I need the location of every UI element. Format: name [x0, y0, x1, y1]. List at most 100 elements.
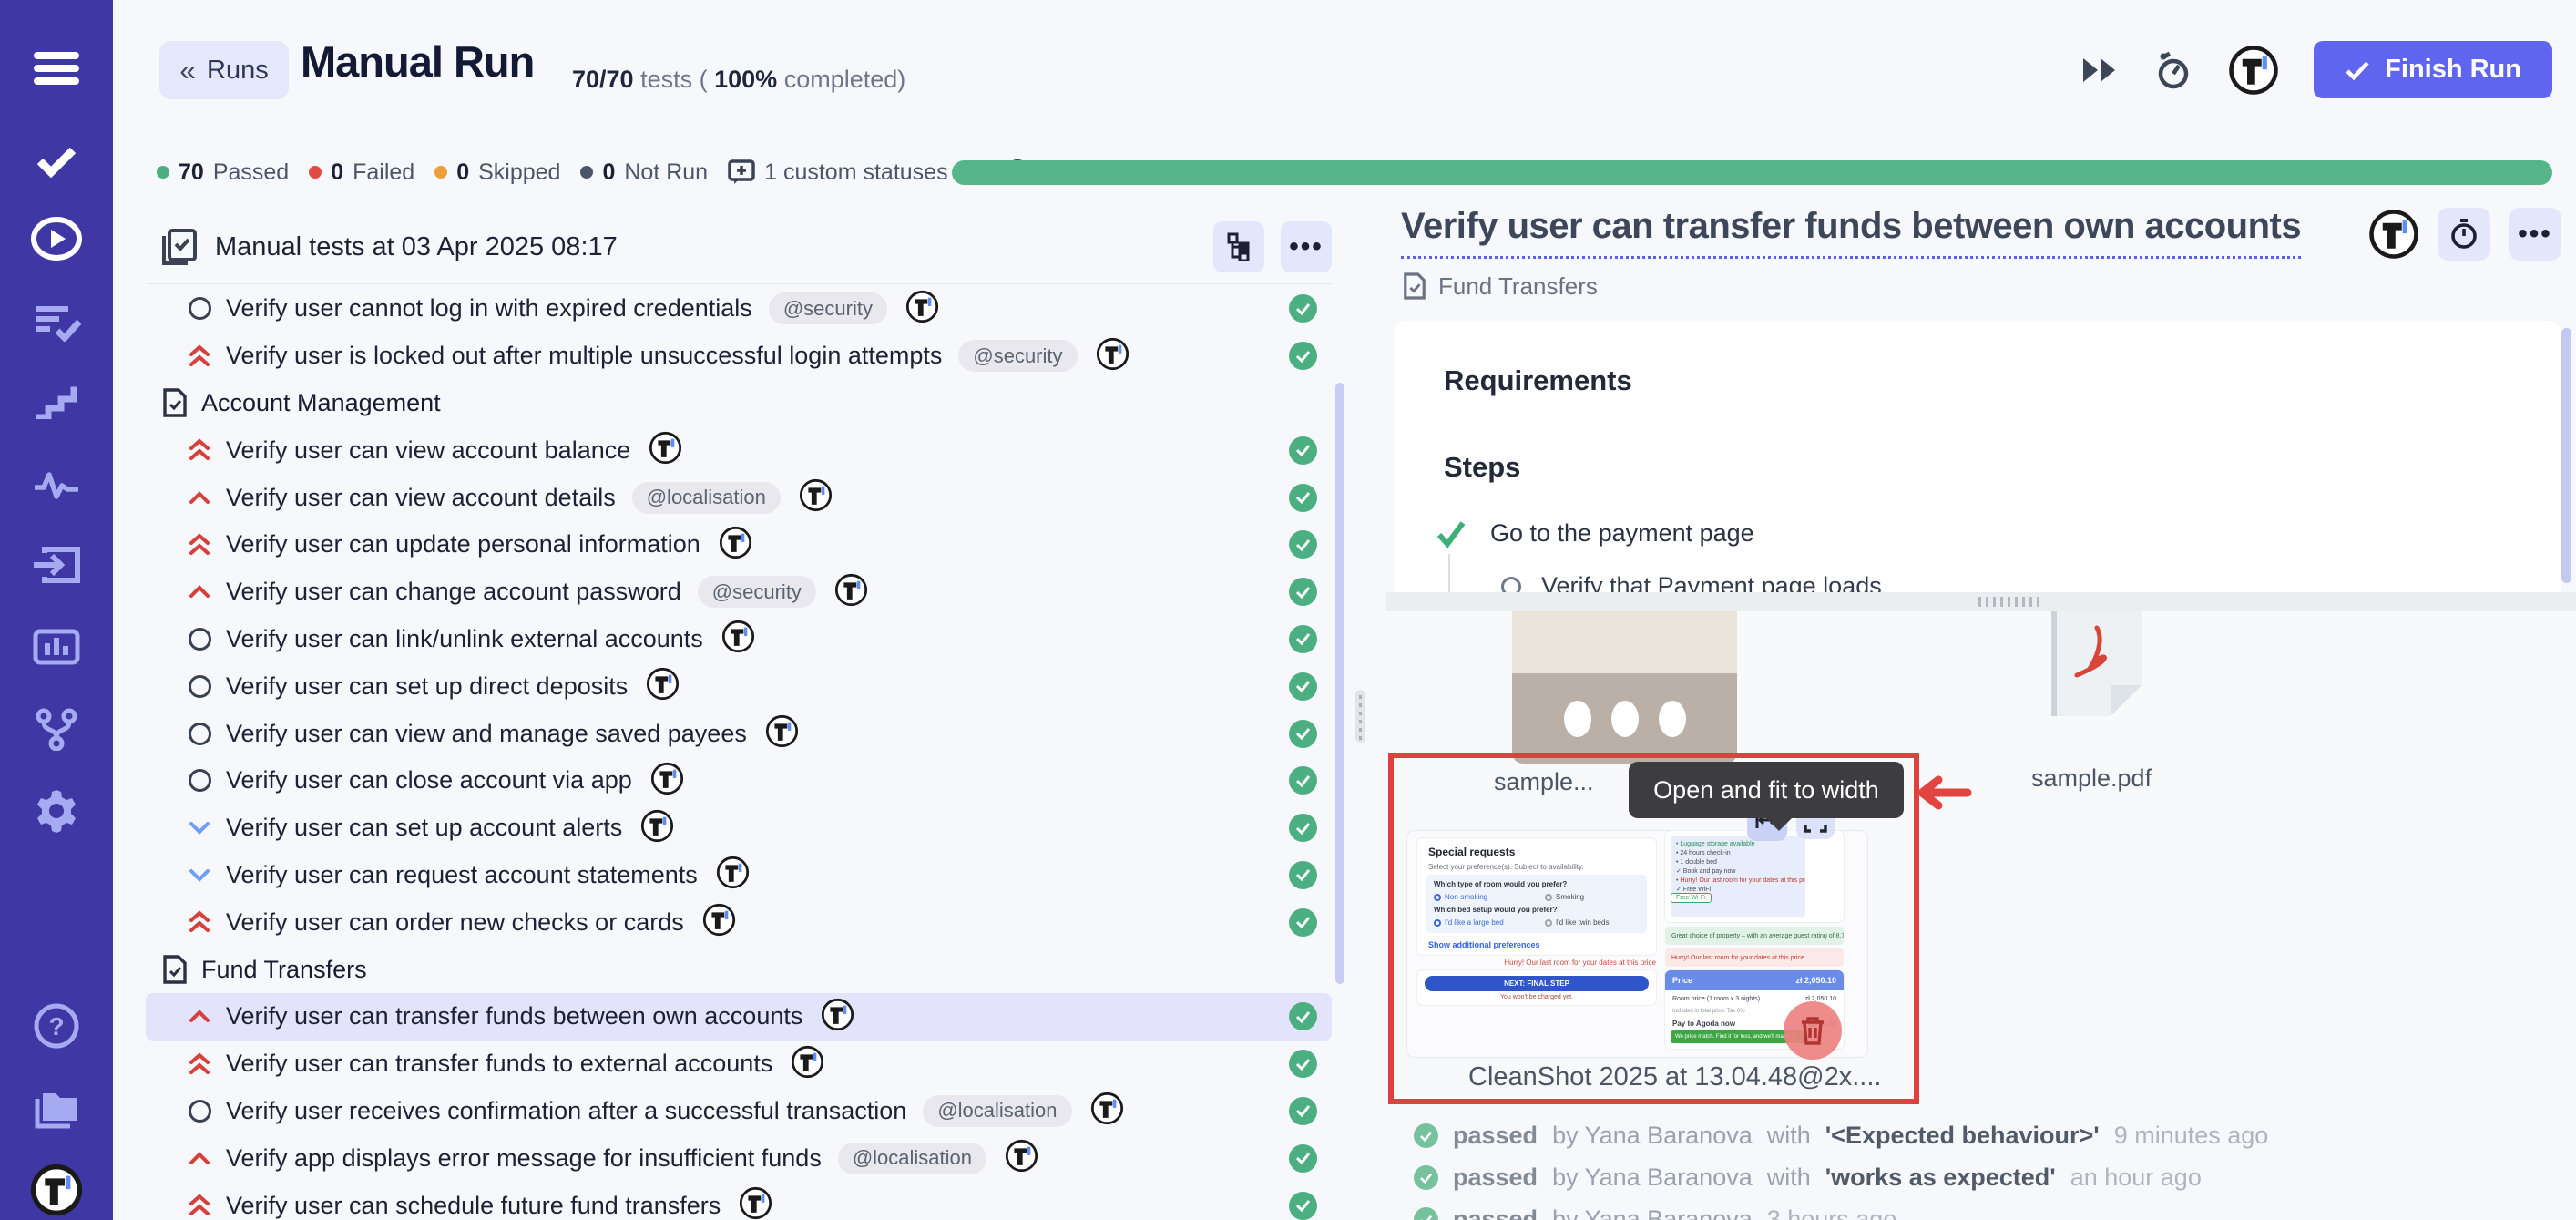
custom-statuses-dropdown[interactable]: 1 custom statuses: [728, 159, 976, 186]
detail-source-badge[interactable]: [2368, 209, 2419, 260]
delete-attachment-button[interactable]: [1784, 1001, 1842, 1060]
test-row[interactable]: Verify user can set up account alerts: [146, 805, 1332, 852]
test-list: Verify user cannot log in with expired c…: [146, 285, 1332, 1220]
test-source-badge[interactable]: [640, 809, 674, 847]
pulse-icon[interactable]: [0, 459, 113, 510]
test-row[interactable]: Verify user can view and manage saved pa…: [146, 710, 1332, 757]
test-tag[interactable]: @security: [769, 292, 887, 324]
test-source-badge[interactable]: [739, 1186, 772, 1220]
test-row[interactable]: Verify user can view account details @lo…: [146, 474, 1332, 521]
brand-logo-icon[interactable]: [0, 1164, 113, 1215]
steps-attachments-splitter[interactable]: [1386, 592, 2576, 611]
list-more-button[interactable]: •••: [1281, 221, 1332, 272]
attachment-image-thumbnail[interactable]: [1512, 611, 1737, 764]
breadcrumb[interactable]: Fund Transfers: [1403, 272, 1598, 301]
test-row[interactable]: Verify user can view account balance: [146, 426, 1332, 474]
stat-passed[interactable]: 70Passed: [157, 159, 289, 186]
test-source-badge[interactable]: [905, 290, 939, 328]
attachment-pdf-thumbnail[interactable]: [2051, 611, 2142, 716]
fast-forward-icon[interactable]: [2080, 55, 2119, 86]
test-row[interactable]: Verify user cannot log in with expired c…: [146, 285, 1332, 333]
attachment-image-label: sample...: [1494, 768, 1594, 796]
test-source-badge[interactable]: [646, 667, 680, 705]
suite-section-row[interactable]: Fund Transfers: [146, 946, 1332, 993]
test-row[interactable]: Verify app displays error message for in…: [146, 1134, 1332, 1182]
test-row[interactable]: Verify user can order new checks or card…: [146, 898, 1332, 946]
finish-run-button[interactable]: Finish Run: [2314, 41, 2552, 98]
test-source-badge[interactable]: [650, 762, 684, 800]
detail-scrollbar[interactable]: [2561, 328, 2571, 583]
test-tag[interactable]: @localisation: [838, 1143, 986, 1174]
test-source-badge[interactable]: [799, 478, 833, 517]
test-tag[interactable]: @security: [698, 576, 816, 608]
test-source-badge[interactable]: [702, 903, 736, 941]
group-by-suite-button[interactable]: [1213, 221, 1264, 272]
settings-gear-icon[interactable]: [0, 785, 113, 836]
stat-skipped[interactable]: 0Skipped: [434, 159, 560, 186]
timer-retry-icon[interactable]: [2153, 50, 2193, 90]
test-title: Verify user can change account password: [226, 578, 681, 606]
test-title: Verify user can view account details: [226, 484, 616, 512]
help-icon[interactable]: ?: [0, 1000, 113, 1051]
play-run-icon[interactable]: [0, 213, 113, 264]
passed-status-icon: [1289, 530, 1317, 559]
test-source-badge[interactable]: [1005, 1139, 1038, 1177]
menu-icon[interactable]: [0, 43, 113, 94]
back-to-runs-button[interactable]: « Runs: [159, 41, 289, 99]
test-source-badge[interactable]: [721, 620, 755, 658]
passed-status-icon: [1289, 1050, 1317, 1078]
panel-resize-handle[interactable]: [1355, 690, 1365, 743]
suite-file-icon: [162, 954, 188, 985]
test-source-badge[interactable]: [716, 856, 750, 894]
test-cases-icon[interactable]: [0, 297, 113, 348]
test-source-badge[interactable]: [791, 1045, 824, 1083]
test-list-header: Manual tests at 03 Apr 2025 08:17 •••: [160, 219, 1332, 275]
test-source-badge[interactable]: [765, 714, 799, 753]
test-row[interactable]: Verify user can change account password …: [146, 569, 1332, 616]
test-tag[interactable]: @localisation: [923, 1095, 1071, 1127]
test-detail-title[interactable]: Verify user can transfer funds between o…: [1401, 206, 2301, 259]
tooltip: Open and fit to width: [1629, 762, 1904, 818]
test-row[interactable]: Verify user can schedule future fund tra…: [146, 1182, 1332, 1220]
step-row[interactable]: Go to the payment page: [1436, 519, 1754, 548]
projects-icon[interactable]: [0, 1082, 113, 1133]
test-row[interactable]: Verify user can request account statemen…: [146, 852, 1332, 899]
runs-check-icon[interactable]: [0, 135, 113, 186]
run-logo-icon[interactable]: [2228, 45, 2279, 96]
analytics-icon[interactable]: [0, 621, 113, 672]
steps-icon[interactable]: [0, 377, 113, 428]
test-source-badge[interactable]: [834, 573, 868, 611]
priority-icon: [187, 1098, 212, 1123]
import-icon[interactable]: [0, 539, 113, 590]
priority-icon: [187, 296, 212, 322]
pdf-ribbon-icon: [2064, 622, 2128, 695]
test-row[interactable]: Verify user is locked out after multiple…: [146, 333, 1332, 380]
mini-rating-banner: Great choice of property – with an avera…: [1665, 927, 1844, 945]
test-row[interactable]: Verify user can update personal informat…: [146, 521, 1332, 569]
test-title: Verify user can update personal informat…: [226, 530, 700, 559]
test-row[interactable]: Verify user can close account via app: [146, 757, 1332, 805]
test-tag[interactable]: @security: [958, 340, 1077, 372]
test-source-badge[interactable]: [1090, 1092, 1124, 1130]
suite-section-row[interactable]: Account Management: [146, 380, 1332, 427]
passed-status-icon: [1289, 484, 1317, 512]
tests-word: tests (: [640, 66, 708, 93]
detail-timer-button[interactable]: [2438, 208, 2490, 261]
test-tag[interactable]: @localisation: [632, 482, 781, 514]
test-source-badge[interactable]: [719, 526, 752, 564]
test-row[interactable]: Verify user can set up direct deposits: [146, 662, 1332, 710]
branches-icon[interactable]: [0, 703, 113, 754]
stat-notrun[interactable]: 0Not Run: [580, 159, 708, 186]
detail-more-button[interactable]: •••: [2509, 208, 2561, 261]
test-source-badge[interactable]: [1096, 337, 1130, 375]
test-source-badge[interactable]: [821, 998, 854, 1036]
test-row[interactable]: Verify user can transfer funds between o…: [146, 993, 1332, 1041]
test-row[interactable]: Verify user can link/unlink external acc…: [146, 616, 1332, 663]
passed-status-icon: [1289, 342, 1317, 370]
priority-icon: [187, 343, 212, 369]
test-list-scrollbar[interactable]: [1335, 383, 1344, 984]
test-row[interactable]: Verify user receives confirmation after …: [146, 1088, 1332, 1135]
stat-failed[interactable]: 0Failed: [309, 159, 414, 186]
test-source-badge[interactable]: [649, 431, 682, 469]
test-row[interactable]: Verify user can transfer funds to extern…: [146, 1041, 1332, 1088]
